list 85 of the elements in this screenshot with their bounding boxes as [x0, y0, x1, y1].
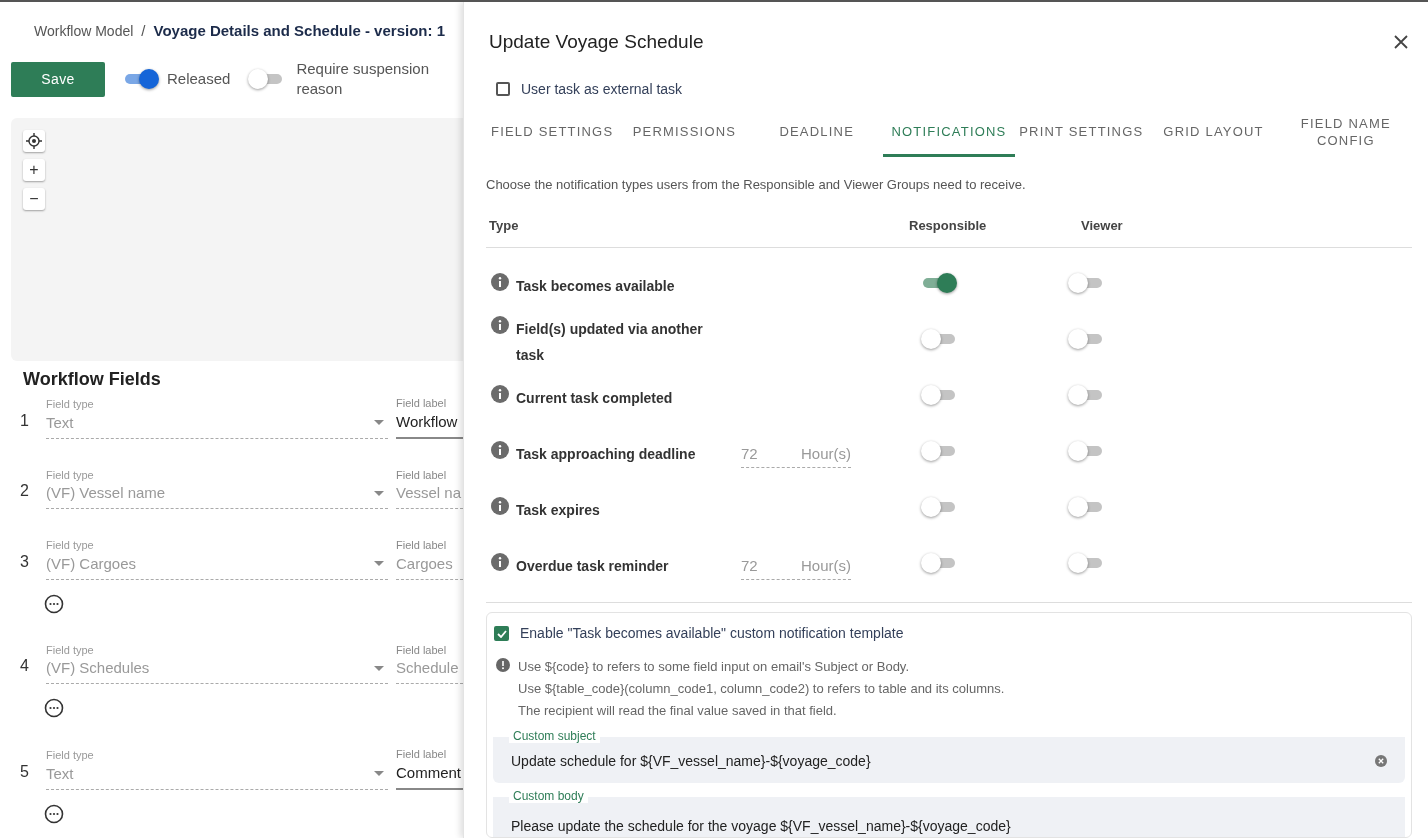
tab[interactable]: PRINT SETTINGS	[1015, 109, 1148, 157]
toggle-switch[interactable]	[1068, 384, 1104, 405]
body-field[interactable]: Custom body Please update the schedule for the voyage ${VF_vessel_name}-${voyage_code}	[493, 789, 1405, 837]
crosshair-icon	[26, 133, 42, 149]
tab[interactable]: PERMISSIONS	[618, 109, 751, 157]
dropdown-caret-icon	[374, 420, 384, 425]
info-icon	[491, 497, 509, 515]
page-title: Voyage Details and Schedule - version: 1	[153, 20, 445, 41]
more-icon[interactable]	[44, 593, 64, 614]
checkbox-label: Enable "Task becomes available" custom notification template	[520, 624, 904, 643]
toggle-switch[interactable]	[921, 384, 957, 405]
info-icon	[491, 273, 509, 291]
field-type-select[interactable]: Field type Text	[46, 396, 388, 439]
close-icon[interactable]	[1394, 35, 1408, 50]
tab[interactable]: DEADLINE	[750, 109, 883, 157]
row-number: 5	[19, 761, 30, 782]
toggle-switch[interactable]	[123, 69, 159, 89]
hint-text: Use ${code} to refers to some field input on email's Subject or Body.	[518, 658, 910, 676]
toggle-switch[interactable]	[921, 440, 957, 461]
hint-text: Use ${table_code}(column_code1, column_code2) to refers to table and its columns.	[518, 680, 1005, 698]
toggle-switch[interactable]	[921, 552, 957, 573]
info-icon	[491, 385, 509, 403]
dropdown-caret-icon	[374, 490, 384, 496]
info-icon	[491, 441, 509, 459]
switch-label: Released	[167, 69, 231, 89]
field-label-input[interactable]: Field label Workflow	[396, 395, 463, 439]
section-title: Workflow Fields	[23, 368, 162, 391]
info-icon	[491, 316, 509, 334]
field-label: Custom body	[509, 789, 588, 803]
more-icon[interactable]	[44, 698, 64, 718]
notification-type: Overdue task reminder	[516, 557, 670, 576]
field-type-select[interactable]: Field type Text	[46, 747, 388, 790]
toggle-switch[interactable]	[1068, 496, 1104, 517]
drawer-title: Update Voyage Schedule	[489, 30, 704, 54]
clear-icon[interactable]	[1375, 755, 1387, 767]
breadcrumb-link[interactable]: Workflow Model	[34, 20, 134, 42]
toggle-switch[interactable]	[1068, 440, 1104, 461]
breadcrumb-separator: /	[141, 20, 146, 41]
zoom-in-button[interactable]: +	[23, 159, 45, 181]
checkbox[interactable]	[494, 626, 509, 641]
notification-type: Task approaching deadline	[516, 445, 697, 464]
tab[interactable]: FIELD SETTINGS	[486, 109, 619, 157]
alert-icon	[496, 658, 510, 672]
field-type-select[interactable]: Field type (VF) Vessel name	[46, 466, 388, 509]
row-number: 4	[19, 656, 30, 676]
column-header: Viewer	[1081, 216, 1123, 235]
hours-input[interactable]: 72 Hour(s)	[741, 552, 851, 580]
row-number: 1	[19, 410, 30, 431]
save-button[interactable]: Save	[11, 61, 105, 97]
notification-type: Current task completed	[516, 389, 674, 408]
field-type-select[interactable]: Field type (VF) Schedules	[46, 641, 388, 684]
toggle-switch[interactable]	[1068, 272, 1104, 293]
checkbox-label: User task as external task	[521, 79, 683, 99]
hint-text: The recipient will read the final value saved in that field.	[518, 702, 838, 720]
field-label: Custom subject	[509, 729, 600, 743]
description-text: Choose the notification types users from the Responsible and Viewer Groups need to receive.	[486, 176, 1027, 194]
column-header: Responsible	[909, 216, 988, 235]
dropdown-caret-icon	[374, 771, 384, 776]
tab[interactable]: NOTIFICATIONS	[882, 109, 1016, 157]
tab[interactable]: GRID LAYOUT	[1147, 109, 1280, 157]
field-label-input[interactable]: Field label Comment	[396, 746, 463, 790]
toggle-switch[interactable]	[1068, 328, 1104, 349]
toggle-switch[interactable]	[921, 496, 957, 517]
tab[interactable]: FIELD NAME CONFIG	[1279, 109, 1412, 157]
more-icon[interactable]	[44, 803, 64, 824]
zoom-out-button[interactable]: −	[23, 188, 45, 210]
check-icon	[496, 629, 507, 638]
toggle-switch[interactable]	[921, 272, 957, 293]
dropdown-caret-icon	[374, 665, 384, 671]
toggle-switch[interactable]	[1068, 552, 1104, 573]
toggle-switch[interactable]	[921, 328, 957, 349]
field-type-select[interactable]: Field type (VF) Cargoes	[46, 537, 388, 580]
column-header: Type	[489, 216, 520, 235]
locate-button[interactable]	[23, 130, 45, 152]
hours-input[interactable]: 72 Hour(s)	[741, 440, 851, 468]
row-number: 3	[19, 551, 30, 572]
subject-field[interactable]: Custom subject Update schedule for ${VF_vessel_name}-${voyage_code}	[493, 729, 1405, 783]
notification-type: Task expires	[516, 501, 601, 520]
notification-type: Task becomes available	[516, 277, 676, 296]
checkbox[interactable]	[496, 82, 510, 96]
dropdown-caret-icon	[374, 561, 384, 566]
notification-type: Field(s) updated via another task	[516, 320, 704, 365]
switch-label: Require suspension reason	[296, 59, 430, 99]
info-icon	[491, 553, 509, 571]
row-number: 2	[19, 481, 30, 501]
